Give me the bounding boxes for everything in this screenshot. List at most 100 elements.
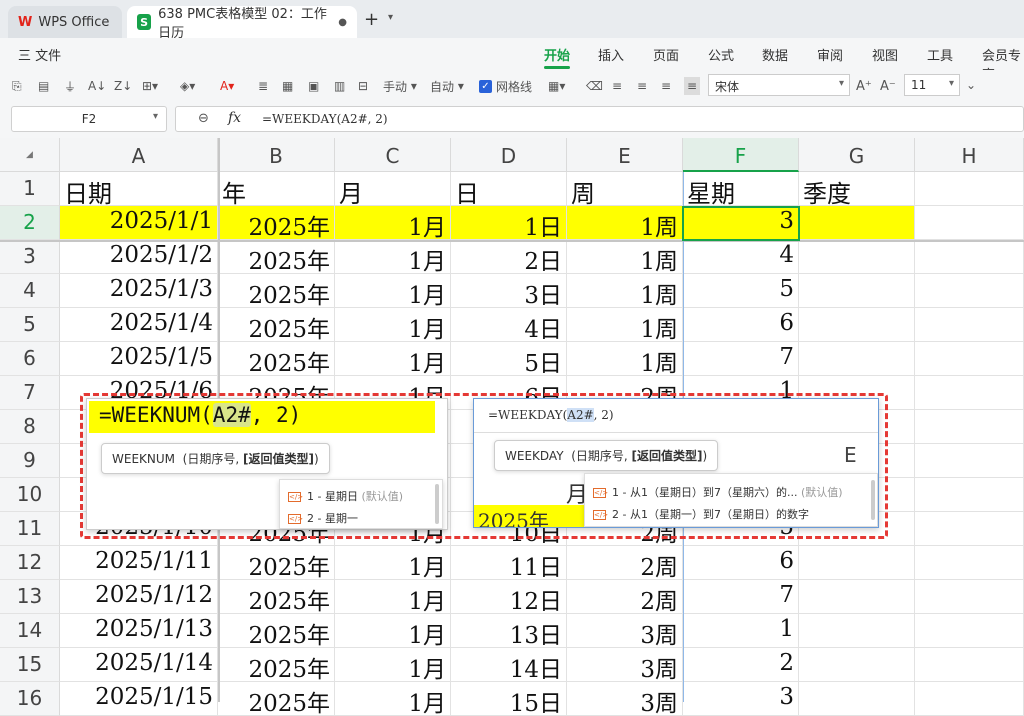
cell-date[interactable]: 2025/1/11 <box>60 546 218 580</box>
tab-document[interactable]: S 638 PMC表格模型 02：工作日历 ● <box>127 6 357 41</box>
grid-cell[interactable] <box>915 512 1024 546</box>
table-icon[interactable]: ▥ <box>334 77 345 95</box>
cell-weekday[interactable]: 4 <box>683 240 799 274</box>
cell-week[interactable]: 1周 <box>567 206 683 240</box>
cell-month[interactable]: 1月 <box>335 614 451 648</box>
row-header-11[interactable]: 11 <box>0 512 60 546</box>
row-header-10[interactable]: 10 <box>0 478 60 512</box>
font-size-select[interactable]: 11 ▾ <box>904 74 960 96</box>
row-header-5[interactable]: 5 <box>0 308 60 342</box>
border-icon[interactable]: ⊞▾ <box>142 77 158 95</box>
format-painter-icon[interactable]: ⎘ <box>12 77 22 95</box>
grid-cell[interactable] <box>915 580 1024 614</box>
more-chevron-icon[interactable]: ⌄ <box>966 78 976 92</box>
cell-quarter[interactable] <box>799 580 915 614</box>
increase-font-icon[interactable]: A⁺ <box>856 77 872 95</box>
cell-month[interactable]: 1月 <box>335 206 451 240</box>
cell-date[interactable]: 2025/1/5 <box>60 342 218 376</box>
grid-cell[interactable] <box>915 614 1024 648</box>
cell-quarter[interactable] <box>799 546 915 580</box>
cell-quarter[interactable] <box>799 614 915 648</box>
row-header-9[interactable]: 9 <box>0 444 60 478</box>
paste-icon[interactable]: ▤ <box>38 77 49 95</box>
cell-date[interactable]: 2025/1/12 <box>60 580 218 614</box>
row-header-4[interactable]: 4 <box>0 274 60 308</box>
cell-date[interactable]: 2025/1/14 <box>60 648 218 682</box>
row-header-14[interactable]: 14 <box>0 614 60 648</box>
menu-view[interactable]: 视图 <box>872 45 898 64</box>
cell-year[interactable]: 2025年 <box>218 614 335 648</box>
decrease-font-icon[interactable]: A⁻ <box>880 77 896 95</box>
cell-year[interactable]: 2025年 <box>218 682 335 716</box>
header-cell[interactable]: 年 <box>218 172 335 206</box>
cell-week[interactable]: 1周 <box>567 274 683 308</box>
file-menu[interactable]: 三 文件 <box>18 45 61 64</box>
name-box[interactable]: F2 ▾ <box>11 106 167 132</box>
cell-week[interactable]: 1周 <box>567 308 683 342</box>
col-header-e[interactable]: E <box>567 138 683 172</box>
weekday-option-2[interactable]: </> 2 - 从1（星期一）到7（星期日）的数字 <box>593 506 809 522</box>
chevron-down-icon[interactable]: ▾ <box>388 12 393 23</box>
header-cell[interactable]: 季度 <box>799 172 915 206</box>
row-header-15[interactable]: 15 <box>0 648 60 682</box>
grid-cell[interactable] <box>915 274 1024 308</box>
sort-asc-icon[interactable]: A↓ <box>88 77 106 95</box>
menu-tools[interactable]: 工具 <box>927 45 953 64</box>
cell-day[interactable]: 13日 <box>451 614 567 648</box>
fx-icon[interactable]: fx <box>228 110 241 126</box>
cell-week[interactable]: 3周 <box>567 614 683 648</box>
unsaved-dot-icon[interactable]: ● <box>338 17 347 28</box>
cell-week[interactable]: 1周 <box>567 240 683 274</box>
cell-date[interactable]: 2025/1/1 <box>60 206 218 240</box>
merge-icon[interactable]: ⊟ <box>358 77 368 95</box>
cell-weekday[interactable]: 2 <box>683 648 799 682</box>
grid-cell[interactable] <box>915 478 1024 512</box>
cell-date[interactable]: 2025/1/2 <box>60 240 218 274</box>
col-header-b[interactable]: B <box>218 138 335 172</box>
menu-home[interactable]: 开始 <box>544 45 570 64</box>
justify-icon[interactable]: ≡ <box>684 77 701 95</box>
grid-cell[interactable] <box>915 206 1024 240</box>
cell-month[interactable]: 1月 <box>335 648 451 682</box>
cell-weekday[interactable]: 6 <box>683 308 799 342</box>
col-header-c[interactable]: C <box>335 138 451 172</box>
grid-cell[interactable] <box>915 342 1024 376</box>
wrap-icon[interactable]: ≣ <box>258 77 268 95</box>
gridlines-toggle[interactable]: ✓ 网格线 <box>479 77 532 95</box>
cell-weekday[interactable]: 5 <box>683 274 799 308</box>
cell-quarter[interactable] <box>799 274 915 308</box>
header-cell[interactable]: 日 <box>451 172 567 206</box>
cell-month[interactable]: 1月 <box>335 546 451 580</box>
dropdown-scrollbar[interactable] <box>435 484 439 524</box>
cell-year[interactable]: 2025年 <box>218 580 335 614</box>
menu-review[interactable]: 审阅 <box>817 45 843 64</box>
header-cell[interactable]: 周 <box>567 172 683 206</box>
row-header-8[interactable]: 8 <box>0 410 60 444</box>
weeknum-formula[interactable]: =WEEKNUM(A2#, 2) <box>89 401 435 433</box>
cell-quarter[interactable] <box>799 648 915 682</box>
cell-day[interactable]: 11日 <box>451 546 567 580</box>
cell-date[interactable]: 2025/1/15 <box>60 682 218 716</box>
header-cell[interactable]: 月 <box>335 172 451 206</box>
cell-year[interactable]: 2025年 <box>218 240 335 274</box>
menu-insert[interactable]: 插入 <box>598 45 624 64</box>
formula-input[interactable]: ⊖ fx =WEEKDAY(A2#, 2) <box>175 106 1024 132</box>
clear-icon[interactable]: ⌫ <box>586 77 603 95</box>
row-header-3[interactable]: 3 <box>0 240 60 274</box>
col-header-d[interactable]: D <box>451 138 567 172</box>
grid-cell[interactable] <box>915 376 1024 410</box>
cell-week[interactable]: 2周 <box>567 546 683 580</box>
row-header-7[interactable]: 7 <box>0 376 60 410</box>
cell-month[interactable]: 1月 <box>335 308 451 342</box>
row-header-6[interactable]: 6 <box>0 342 60 376</box>
grid-cell[interactable] <box>915 410 1024 444</box>
cell-month[interactable]: 1月 <box>335 682 451 716</box>
cond-format-icon[interactable]: ▦▾ <box>548 77 565 95</box>
select-all-corner[interactable]: ◢ <box>0 138 60 172</box>
col-header-g[interactable]: G <box>799 138 915 172</box>
cell-week[interactable]: 3周 <box>567 682 683 716</box>
cell-month[interactable]: 1月 <box>335 274 451 308</box>
col-header-h[interactable]: H <box>915 138 1024 172</box>
active-cell-f2[interactable] <box>682 206 800 241</box>
cell-quarter[interactable] <box>799 206 915 240</box>
